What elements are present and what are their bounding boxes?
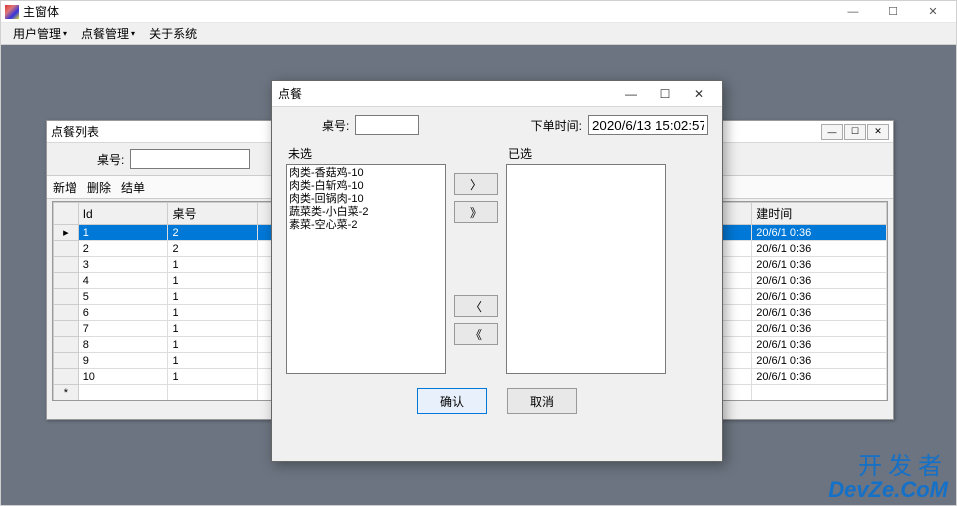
toolbar-delete[interactable]: 删除 [87, 179, 111, 196]
toolbar-settle[interactable]: 结单 [121, 179, 145, 196]
time-input[interactable] [588, 115, 708, 135]
list-item[interactable]: 肉类-香菇鸡-10 [289, 167, 443, 180]
maximize-button[interactable]: ☐ [874, 2, 912, 22]
watermark: 开发者 DevZe.CoM [828, 455, 948, 501]
selected-listbox[interactable] [506, 164, 666, 374]
filter-desk-label: 桌号: [97, 151, 124, 168]
chevron-down-icon: ▾ [63, 29, 67, 38]
col-desk[interactable]: 桌号 [168, 203, 258, 225]
mdi-client: 点餐列表 — ☐ ✕ 桌号: 新增 删除 结单 [1, 45, 956, 505]
toolbar-add[interactable]: 新增 [53, 179, 77, 196]
dialog-minimize-button[interactable]: — [614, 83, 648, 105]
mdi-close-button[interactable]: ✕ [867, 124, 889, 140]
filter-desk-input[interactable] [130, 149, 250, 169]
col-id[interactable]: Id [78, 203, 168, 225]
minimize-button[interactable]: — [834, 2, 872, 22]
unselected-listbox[interactable]: 肉类-香菇鸡-10肉类-白斩鸡-10肉类-回锅肉-10蔬菜类-小白菜-2素菜-空… [286, 164, 446, 374]
main-window: 主窗体 — ☐ ✕ 用户管理▾ 点餐管理▾ 关于系统 点餐列表 — ☐ ✕ 桌号… [0, 0, 957, 506]
desk-input[interactable] [355, 115, 419, 135]
move-left-all-button[interactable]: 《 [454, 323, 498, 345]
dialog-maximize-button[interactable]: ☐ [648, 83, 682, 105]
list-item[interactable]: 肉类-回锅肉-10 [289, 193, 443, 206]
col-time[interactable]: 建时间 [752, 203, 887, 225]
move-left-button[interactable]: 〈 [454, 295, 498, 317]
list-item[interactable]: 蔬菜类-小白菜-2 [289, 206, 443, 219]
list-item[interactable]: 肉类-白斩鸡-10 [289, 180, 443, 193]
dialog-top-row: 桌号: 下单时间: [286, 115, 708, 135]
dialog-close-button[interactable]: ✕ [682, 83, 716, 105]
close-button[interactable]: ✕ [914, 2, 952, 22]
desk-label: 桌号: [322, 117, 349, 134]
move-right-all-button[interactable]: 》 [454, 201, 498, 223]
dialog-titlebar[interactable]: 点餐 — ☐ ✕ [272, 81, 722, 107]
list-item[interactable]: 素菜-空心菜-2 [289, 219, 443, 232]
mdi-maximize-button[interactable]: ☐ [844, 124, 866, 140]
menu-about[interactable]: 关于系统 [143, 23, 203, 44]
chevron-down-icon: ▾ [131, 29, 135, 38]
app-icon [5, 5, 19, 19]
menu-user-mgmt[interactable]: 用户管理▾ [7, 23, 73, 44]
mdi-minimize-button[interactable]: — [821, 124, 843, 140]
ok-button[interactable]: 确认 [417, 388, 487, 414]
menubar: 用户管理▾ 点餐管理▾ 关于系统 [1, 23, 956, 45]
cancel-button[interactable]: 取消 [507, 388, 577, 414]
time-label: 下单时间: [531, 117, 582, 134]
unselected-label: 未选 [286, 145, 446, 162]
main-title: 主窗体 [23, 3, 834, 20]
menu-order-mgmt[interactable]: 点餐管理▾ [75, 23, 141, 44]
selected-label: 已选 [506, 145, 666, 162]
main-titlebar[interactable]: 主窗体 — ☐ ✕ [1, 1, 956, 23]
row-header-blank [54, 203, 79, 225]
dialog-title: 点餐 [278, 85, 614, 102]
move-right-button[interactable]: 〉 [454, 173, 498, 195]
order-dialog: 点餐 — ☐ ✕ 桌号: 下单时间: 未选 [271, 80, 723, 462]
